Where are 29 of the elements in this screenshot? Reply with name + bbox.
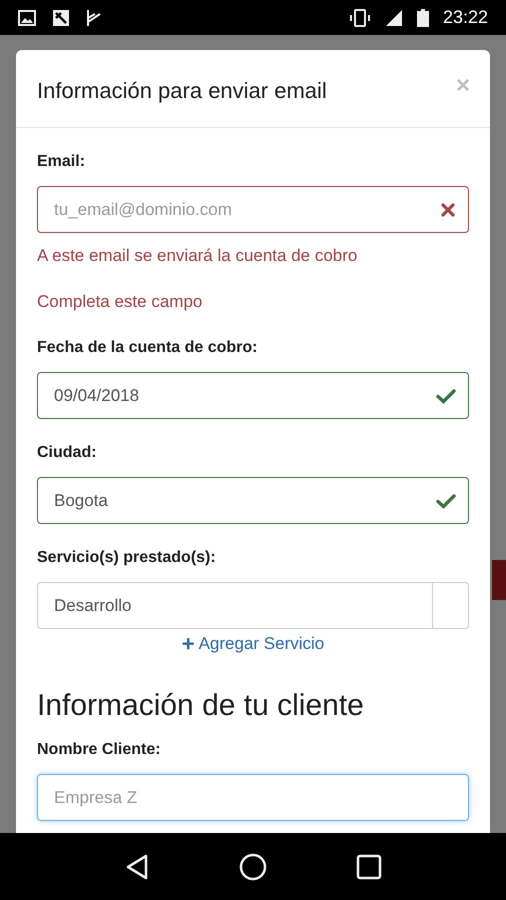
clock: 23:22 — [442, 6, 488, 29]
error-message: Completa este campo — [37, 290, 204, 312]
modal-title: Información para enviar email — [37, 77, 327, 105]
input-addon[interactable] — [433, 582, 469, 629]
section-heading: Información de tu cliente — [37, 688, 365, 724]
back-icon[interactable] — [124, 852, 150, 880]
field-label: Ciudad: — [37, 443, 98, 463]
input-field[interactable]: tu_email@dominio.com — [37, 186, 469, 233]
battery-icon — [416, 8, 429, 26]
check-icon — [436, 492, 456, 508]
field-label: Email: — [37, 152, 86, 172]
field-label: Servicio(s) prestado(s): — [37, 548, 217, 568]
add-service-link[interactable]: + Agregar Servicio — [182, 631, 324, 656]
check-icon — [436, 388, 456, 404]
signal-icon — [384, 8, 403, 26]
input-field[interactable]: 09/04/2018 — [37, 372, 469, 419]
home-icon[interactable] — [238, 852, 267, 880]
app-notification-icon — [52, 8, 70, 26]
image-icon — [18, 10, 36, 26]
field-label: Fecha de la cuenta de cobro: — [37, 338, 258, 358]
input-field[interactable]: Empresa Z — [37, 774, 469, 821]
error-cross-icon — [440, 202, 456, 218]
recents-icon[interactable] — [356, 854, 382, 880]
error-message: A este email se enviará la cuenta de cobro — [37, 245, 358, 267]
input-field[interactable]: Desarrollo — [37, 582, 433, 629]
input-field[interactable]: Bogota — [37, 477, 469, 524]
page-button-edge — [492, 560, 506, 600]
field-label: Nombre Cliente: — [37, 740, 162, 760]
vibrate-icon — [348, 8, 371, 26]
